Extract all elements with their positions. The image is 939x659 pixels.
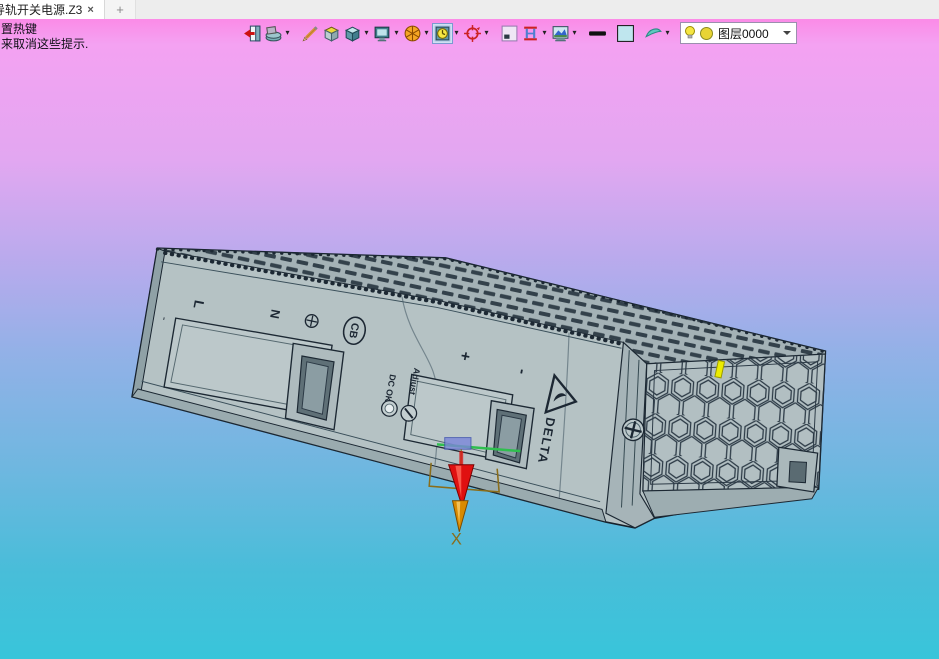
- display-stack-button[interactable]: ▾: [264, 23, 292, 43]
- dropdown-arrow-icon[interactable]: ▾: [570, 24, 579, 42]
- drag-handle[interactable]: [444, 437, 472, 450]
- view-wheel-button[interactable]: ▾: [403, 23, 431, 43]
- pencil-button[interactable]: [301, 23, 320, 43]
- tab-close-icon[interactable]: ×: [87, 4, 93, 16]
- align-icon: [524, 26, 537, 40]
- monitor-button[interactable]: ▾: [373, 23, 401, 43]
- document-tab[interactable]: 导轨开关电源.Z3 ×: [0, 0, 105, 19]
- exit-icon: [244, 25, 261, 41]
- dc-ok-led: [380, 400, 398, 417]
- x-axis-label: X: [451, 530, 462, 548]
- bulb-icon: [685, 26, 695, 39]
- dropdown-arrow-icon[interactable]: ▾: [452, 24, 461, 42]
- zoom-window-button[interactable]: [500, 23, 519, 43]
- layer-color-icon: [700, 26, 713, 40]
- color-button[interactable]: [616, 23, 635, 43]
- zoom-window-icon: [501, 25, 518, 41]
- monitor-icon: [374, 26, 390, 41]
- x-axis-arrow: X: [451, 500, 469, 548]
- din-clip: [776, 446, 819, 493]
- dropdown-arrow-icon[interactable]: ▾: [663, 24, 672, 42]
- align-button[interactable]: ▾: [521, 23, 549, 43]
- exit-button[interactable]: [243, 23, 262, 43]
- lineweight-icon: [589, 30, 606, 36]
- combo-dropdown-icon[interactable]: [782, 31, 791, 35]
- dropdown-arrow-icon[interactable]: ▾: [482, 24, 491, 42]
- cad-model: L N - CB + - DC OK Adjust DELTA X: [131, 247, 827, 548]
- quick-toolbar: ▾ ▾ ▾ ▾ ▾ ▾ ▾ ▾ ▾ 图层0000: [243, 22, 797, 44]
- dropdown-arrow-icon[interactable]: ▾: [540, 24, 549, 42]
- pencil-icon: [302, 25, 318, 41]
- layer-stack-icon: [265, 25, 282, 41]
- layer-combo-value: 图层0000: [718, 26, 769, 41]
- rotate-target-icon: [464, 24, 481, 42]
- view-wheel-icon: [404, 25, 421, 41]
- shaded-box-button[interactable]: [322, 23, 341, 43]
- dropdown-arrow-icon[interactable]: ▾: [362, 24, 371, 42]
- scene-icon: [552, 25, 569, 41]
- cube-icon: [344, 26, 361, 42]
- zoom-clock-button[interactable]: ▾: [432, 22, 461, 44]
- layer-combobox[interactable]: 图层0000: [680, 22, 797, 44]
- rotate-target-button[interactable]: ▾: [463, 23, 491, 43]
- document-tab-title: 导轨开关电源.Z3: [0, 3, 83, 17]
- display-cube-button[interactable]: ▾: [343, 23, 371, 43]
- dropdown-arrow-icon[interactable]: ▾: [283, 24, 292, 42]
- zoom-clock-icon: [432, 22, 453, 44]
- scene-button[interactable]: ▾: [551, 23, 579, 43]
- dropdown-arrow-icon[interactable]: ▾: [422, 24, 431, 42]
- adjust-pot: [400, 404, 418, 422]
- layer-style-button[interactable]: ▾: [644, 23, 672, 43]
- tab-bar: 导轨开关电源.Z3 × +: [0, 0, 939, 19]
- dropdown-arrow-icon[interactable]: ▾: [392, 24, 401, 42]
- swoosh-icon: [645, 27, 662, 38]
- 3d-viewport[interactable]: 置热键 来取消这些提示. ▾ ▾ ▾ ▾ ▾ ▾ ▾ ▾ ▾ 图层0000 L …: [0, 19, 939, 659]
- color-swatch: [617, 24, 634, 42]
- shaded-box-icon: [323, 26, 340, 42]
- lineweight-button[interactable]: [588, 23, 607, 43]
- new-tab-button[interactable]: +: [105, 0, 136, 19]
